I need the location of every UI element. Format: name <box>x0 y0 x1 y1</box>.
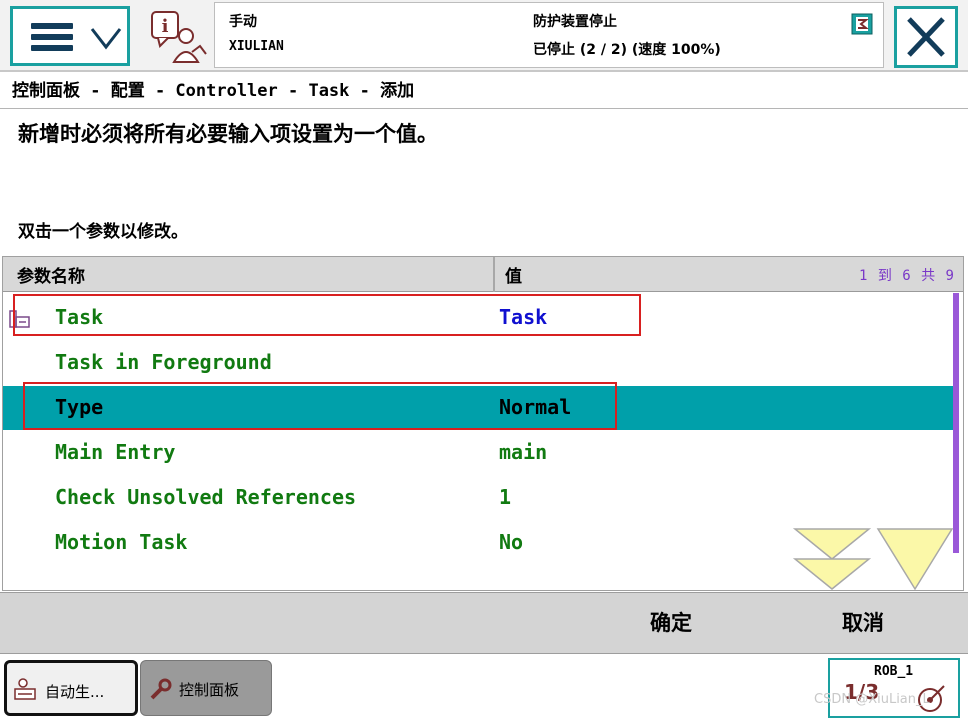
event-log-icon[interactable]: i <box>148 8 208 66</box>
parameter-table: 参数名称 值 1 到 6 共 9 Task Task Task in Foreg… <box>2 256 964 591</box>
instruction-text: 新增时必须将所有必要输入项设置为一个值。 <box>18 122 438 146</box>
vertical-scrollbar[interactable] <box>953 293 959 553</box>
run-state: 已停止 (2 / 2) (速度 100%) <box>533 42 721 58</box>
param-value: 1 <box>499 485 512 509</box>
close-icon <box>907 17 945 57</box>
wrench-icon <box>150 678 172 700</box>
hint-text: 双击一个参数以修改。 <box>18 222 188 242</box>
top-bar: i 手动 XIULIAN 防护装置停止 已停止 (2 / 2) (速度 100%… <box>0 0 968 72</box>
annotation-box-type <box>23 382 617 430</box>
param-name: Main Entry <box>55 440 176 464</box>
safety-status: 防护装置停止 <box>533 14 617 30</box>
svg-text:i: i <box>162 16 169 37</box>
param-value: No <box>499 530 524 554</box>
robot-status-icon <box>851 13 873 35</box>
page-down-icon[interactable] <box>791 527 873 591</box>
ok-button[interactable]: 确定 <box>650 607 692 637</box>
controller-name: XIULIAN <box>229 39 284 54</box>
chevron-down-icon <box>90 28 122 50</box>
action-bar: 确定 取消 <box>0 592 968 654</box>
table-header: 参数名称 值 1 到 6 共 9 <box>3 257 963 292</box>
table-row[interactable]: Task in Foreground <box>3 341 953 385</box>
main-menu-button[interactable] <box>10 6 130 66</box>
task-auto-produce[interactable]: 自动生... <box>4 660 138 716</box>
watermark: CSDN @XiuLian_L <box>814 692 930 707</box>
robot-label: ROB_1 <box>874 664 914 679</box>
param-name: Task in Foreground <box>55 350 272 374</box>
task-control-panel[interactable]: 控制面板 <box>140 660 272 716</box>
annotation-box-task <box>13 294 641 336</box>
status-panel[interactable]: 手动 XIULIAN 防护装置停止 已停止 (2 / 2) (速度 100%) <box>214 2 884 68</box>
breadcrumb: 控制面板 - 配置 - Controller - Task - 添加 <box>12 81 415 101</box>
param-name: Check Unsolved References <box>55 485 357 509</box>
auto-production-icon <box>14 678 36 700</box>
table-row[interactable]: Main Entry main <box>3 431 953 475</box>
scroll-down-icon[interactable] <box>875 527 955 591</box>
robot-selector-button[interactable]: ROB_1 1/3 <box>828 658 960 718</box>
cancel-button[interactable]: 取消 <box>842 607 884 637</box>
hamburger-icon <box>31 23 73 51</box>
column-divider <box>493 257 495 292</box>
column-header-value: 值 <box>505 267 522 287</box>
operating-mode: 手动 <box>229 14 257 30</box>
taskbar: 自动生... 控制面板 ROB_1 1/3 <box>0 656 968 719</box>
column-header-name: 参数名称 <box>17 267 85 287</box>
param-name: Motion Task <box>55 530 188 554</box>
close-button[interactable] <box>894 6 958 68</box>
task-label: 控制面板 <box>179 681 240 699</box>
page-indicator: 1 到 6 共 9 <box>858 268 955 284</box>
param-value: main <box>499 440 548 464</box>
divider <box>0 108 968 109</box>
task-label: 自动生... <box>45 683 105 701</box>
table-row[interactable]: Check Unsolved References 1 <box>3 476 953 520</box>
